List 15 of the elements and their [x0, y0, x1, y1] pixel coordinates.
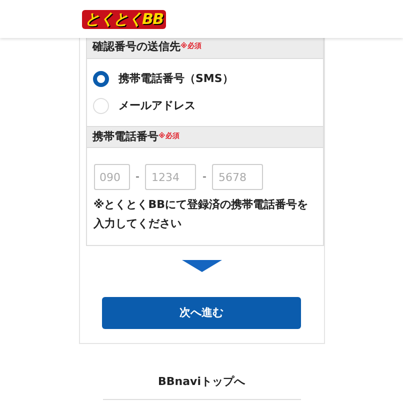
separator-text: - — [136, 168, 140, 185]
logo[interactable]: とくとくBB — [82, 10, 166, 28]
next-button[interactable]: 次へ進む — [102, 297, 301, 329]
separator-text: - — [202, 168, 206, 185]
top-link[interactable]: BBnaviトップへ — [158, 374, 245, 390]
section-title: 確認番号の送信先 — [92, 39, 180, 56]
option-label: 携帯電話番号（SMS） — [118, 71, 234, 87]
phone-input-field[interactable]: 5678 — [212, 164, 264, 190]
down-arrow-icon — [182, 260, 222, 272]
phone-input-field[interactable]: 090 — [94, 164, 130, 190]
option-label: メールアドレス — [118, 98, 196, 114]
radio-button[interactable] — [92, 71, 108, 88]
section-title: 携帯電話番号 — [92, 128, 158, 145]
note-text: ※とくとくBBにて登録済の携帯電話番号を入力してください — [94, 197, 309, 232]
phone-input-field[interactable]: 1234 — [145, 164, 196, 190]
